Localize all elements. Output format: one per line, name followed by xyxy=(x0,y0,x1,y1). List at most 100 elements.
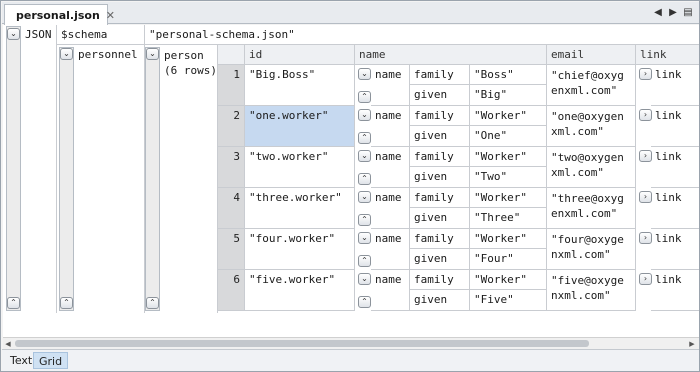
given-key: given xyxy=(410,85,470,106)
id-cell[interactable]: "four.worker" xyxy=(245,229,355,270)
expand-json-icon[interactable]: ⌃ xyxy=(7,297,20,309)
expand-name-icon[interactable]: ⌃ xyxy=(358,173,371,185)
id-cell[interactable]: "five.worker" xyxy=(245,270,355,311)
link-key[interactable]: link xyxy=(651,106,699,147)
family-value[interactable]: "Worker" xyxy=(470,106,547,126)
email-line-1: "four@oxyge xyxy=(551,233,624,246)
next-tab-icon[interactable]: ▶ xyxy=(667,6,679,20)
given-value[interactable]: "One" xyxy=(470,126,547,147)
column-header-name[interactable]: name xyxy=(355,45,547,65)
link-key[interactable]: link xyxy=(651,270,699,311)
given-value[interactable]: "Big" xyxy=(470,85,547,106)
person-key[interactable]: person (6 rows) xyxy=(160,45,218,313)
family-key: family xyxy=(410,65,470,85)
name-key: name xyxy=(371,270,410,311)
collapse-name-icon[interactable]: ⌄ xyxy=(358,150,371,162)
collapse-name-icon[interactable]: ⌄ xyxy=(358,191,371,203)
schema-value[interactable]: "personal-schema.json" xyxy=(145,25,699,45)
schema-key[interactable]: $schema xyxy=(57,25,145,45)
family-key: family xyxy=(410,270,470,290)
email-cell[interactable]: "three@oxyg enxml.com" xyxy=(547,188,636,229)
link-key[interactable]: link xyxy=(651,65,699,106)
name-key: name xyxy=(371,147,410,188)
id-cell[interactable]: "one.worker" xyxy=(245,106,355,147)
column-header-id[interactable]: id xyxy=(245,45,355,65)
expand-name-icon[interactable]: ⌃ xyxy=(358,255,371,267)
json-root-label: JSON xyxy=(21,25,57,313)
row-number[interactable]: 4 xyxy=(218,188,245,229)
personnel-collapse-gutter[interactable] xyxy=(59,47,74,311)
row-number[interactable]: 6 xyxy=(218,270,245,311)
column-header-link[interactable]: link xyxy=(636,45,699,65)
email-line-2: nxml.com" xyxy=(551,248,611,261)
name-key: name xyxy=(371,65,410,106)
given-value[interactable]: "Four" xyxy=(470,249,547,270)
id-cell[interactable]: "three.worker" xyxy=(245,188,355,229)
given-key: given xyxy=(410,249,470,270)
person-collapse-gutter[interactable] xyxy=(145,47,160,311)
given-value[interactable]: "Three" xyxy=(470,208,547,229)
given-key: given xyxy=(410,290,470,311)
email-cell[interactable]: "chief@oxyg enxml.com" xyxy=(547,65,636,106)
expand-name-icon[interactable]: ⌃ xyxy=(358,296,371,308)
link-key[interactable]: link xyxy=(651,188,699,229)
previous-tab-icon[interactable]: ◀ xyxy=(652,6,664,20)
tab-personal-json[interactable]: personal.json ✕ xyxy=(4,4,115,25)
email-cell[interactable]: "one@oxygen xml.com" xyxy=(547,106,636,147)
id-cell[interactable]: "two.worker" xyxy=(245,147,355,188)
family-value[interactable]: "Worker" xyxy=(470,188,547,208)
email-line-1: "one@oxygen xyxy=(551,110,624,123)
family-key: family xyxy=(410,147,470,167)
email-cell[interactable]: "five@oxyge nxml.com" xyxy=(547,270,636,311)
tab-title: personal.json xyxy=(16,8,100,22)
expand-name-icon[interactable]: ⌃ xyxy=(358,214,371,226)
email-line-2: xml.com" xyxy=(551,166,604,179)
grid-editor[interactable]: ⌄ ⌃ JSON $schema "personal-schema.json" … xyxy=(3,25,699,337)
email-line-1: "chief@oxyg xyxy=(551,69,624,82)
email-cell[interactable]: "four@oxyge nxml.com" xyxy=(547,229,636,270)
tab-bar: personal.json ✕ ◀ ▶ ▤ xyxy=(2,2,699,25)
personnel-key[interactable]: personnel xyxy=(74,45,145,313)
link-key[interactable]: link xyxy=(651,147,699,188)
given-value[interactable]: "Five" xyxy=(470,290,547,311)
horizontal-scrollbar[interactable]: ◀ ▶ xyxy=(3,337,699,349)
family-value[interactable]: "Worker" xyxy=(470,147,547,167)
collapse-name-icon[interactable]: ⌄ xyxy=(358,109,371,121)
given-value[interactable]: "Two" xyxy=(470,167,547,188)
name-key: name xyxy=(371,106,410,147)
given-key: given xyxy=(410,167,470,188)
row-number[interactable]: 2 xyxy=(218,106,245,147)
family-value[interactable]: "Worker" xyxy=(470,270,547,290)
id-cell[interactable]: "Big.Boss" xyxy=(245,65,355,106)
row-number[interactable]: 1 xyxy=(218,65,245,106)
scrollbar-thumb[interactable] xyxy=(15,340,589,347)
person-label: person xyxy=(164,49,204,62)
row-number[interactable]: 5 xyxy=(218,229,245,270)
link-key[interactable]: link xyxy=(651,229,699,270)
json-collapse-gutter[interactable] xyxy=(6,26,21,311)
collapse-personnel-icon[interactable]: ⌄ xyxy=(60,48,73,60)
family-value[interactable]: "Worker" xyxy=(470,229,547,249)
expand-personnel-icon[interactable]: ⌃ xyxy=(60,297,73,309)
expand-person-icon[interactable]: ⌃ xyxy=(146,297,159,309)
given-key: given xyxy=(410,208,470,229)
collapse-name-icon[interactable]: ⌄ xyxy=(358,232,371,244)
close-icon[interactable]: ✕ xyxy=(106,9,115,22)
column-header-email[interactable]: email xyxy=(547,45,636,65)
row-number-header xyxy=(218,45,245,65)
collapse-person-icon[interactable]: ⌄ xyxy=(146,48,159,60)
person-row-count: (6 rows) xyxy=(164,64,217,77)
collapse-name-icon[interactable]: ⌄ xyxy=(358,68,371,80)
expand-name-icon[interactable]: ⌃ xyxy=(358,132,371,144)
tab-grid-mode[interactable]: Grid xyxy=(33,352,69,369)
email-line-2: enxml.com" xyxy=(551,207,618,220)
collapse-json-icon[interactable]: ⌄ xyxy=(7,28,20,40)
given-key: given xyxy=(410,126,470,147)
family-value[interactable]: "Boss" xyxy=(470,65,547,85)
row-number[interactable]: 3 xyxy=(218,147,245,188)
tab-menu-icon[interactable]: ▤ xyxy=(682,6,694,20)
email-line-1: "five@oxyge xyxy=(551,274,624,287)
expand-name-icon[interactable]: ⌃ xyxy=(358,91,371,103)
email-cell[interactable]: "two@oxygen xml.com" xyxy=(547,147,636,188)
collapse-name-icon[interactable]: ⌄ xyxy=(358,273,371,285)
